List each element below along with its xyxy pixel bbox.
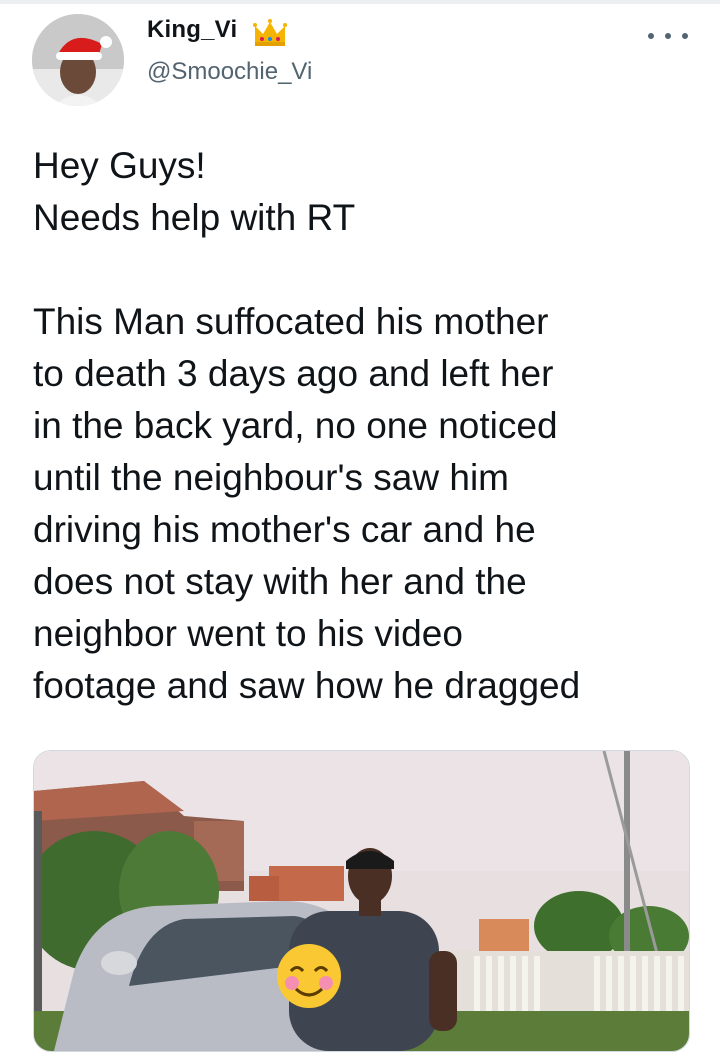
dot [648,33,654,39]
avatar[interactable] [32,14,124,106]
tweet-line: driving his mother's car and he [33,509,536,550]
tweet-text: Hey Guys! Needs help with RT This Man su… [33,140,703,712]
photo-man-with-car [34,751,689,1051]
tweet-line: until the neighbour's saw him [33,457,509,498]
display-name[interactable]: King_Vi [147,16,237,44]
tweet-line: Hey Guys! [33,145,206,186]
tweet-line: footage and saw how he dragged [33,665,581,706]
tweet-line: This Man suffocated his mother [33,301,549,342]
tweet-line: neighbor went to his video [33,613,463,654]
tweet-line: in the back yard, no one noticed [33,405,558,446]
avatar-image [32,14,124,106]
tweet-line: to death 3 days ago and left her [33,353,554,394]
more-dots-icon[interactable] [648,26,688,46]
tweet-media-photo[interactable] [33,750,690,1052]
user-handle[interactable]: @Smoochie_Vi [147,58,312,86]
tweet-header: King_Vi @Smoochie_Vi [0,0,720,120]
tweet-line: does not stay with her and the [33,561,527,602]
tweet-line: Needs help with RT [33,197,356,238]
crown-icon [253,19,287,46]
dot [682,33,688,39]
dot [665,33,671,39]
